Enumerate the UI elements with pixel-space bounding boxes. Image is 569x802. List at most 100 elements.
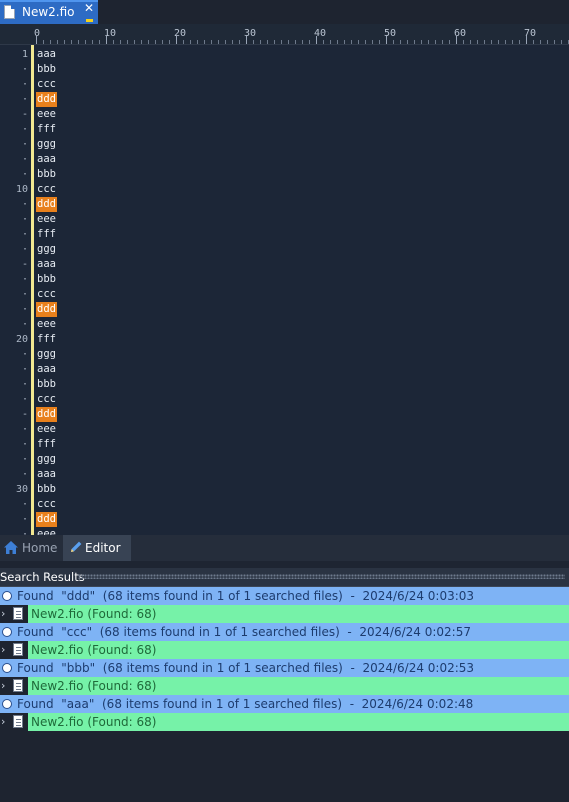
search-result-icon — [2, 663, 12, 673]
search-result-file-text: New2.fio (Found: 68) — [31, 679, 157, 693]
editor-line[interactable]: · ggg — [0, 242, 569, 257]
search-match-text: ddd — [36, 302, 57, 317]
editor-line[interactable]: · eee — [0, 212, 569, 227]
ruler-tick — [274, 40, 275, 44]
line-text: ccc — [37, 183, 56, 195]
search-result-summary[interactable]: Found "bbb" (68 items found in 1 of 1 se… — [0, 659, 569, 677]
ruler-label: 20 — [174, 28, 187, 39]
editor-line[interactable]: · bbb — [0, 377, 569, 392]
document-tab[interactable]: New2.fio ✕ — [0, 0, 98, 24]
chevron-right-icon[interactable]: › — [1, 679, 5, 692]
file-icon — [4, 5, 15, 19]
chevron-right-icon[interactable]: › — [1, 715, 5, 728]
line-number: · — [21, 349, 28, 360]
editor-line[interactable]: 20 fff — [0, 332, 569, 347]
ruler-tick — [183, 40, 184, 44]
editor-line[interactable]: · ccc — [0, 392, 569, 407]
editor-line[interactable]: 10 ccc — [0, 182, 569, 197]
ruler-tick — [260, 40, 261, 44]
search-result-summary[interactable]: Found "aaa" (68 items found in 1 of 1 se… — [0, 695, 569, 713]
editor-line[interactable]: · fff — [0, 437, 569, 452]
ruler-tick — [57, 40, 58, 44]
search-result-summary[interactable]: Found "ccc" (68 items found in 1 of 1 se… — [0, 623, 569, 641]
line-number: · — [21, 529, 28, 535]
ruler-tick — [113, 40, 114, 44]
line-number: · — [21, 169, 28, 180]
editor-line[interactable]: · aaa — [0, 362, 569, 377]
tab-home[interactable]: Home — [0, 535, 62, 561]
ruler-tick — [540, 40, 541, 44]
editor-line[interactable]: - ddd — [0, 407, 569, 422]
editor-line[interactable]: · ggg — [0, 137, 569, 152]
ruler-tick — [71, 40, 72, 44]
tab-editor[interactable]: Editor — [63, 535, 131, 561]
ruler-tick — [554, 40, 555, 44]
editor-line[interactable]: · ddd — [0, 512, 569, 527]
line-text: aaa — [37, 468, 56, 480]
editor-line[interactable]: 1 aaa — [0, 47, 569, 62]
editor-line[interactable]: · ddd — [0, 302, 569, 317]
ruler-tick — [358, 40, 359, 44]
line-number: · — [21, 289, 28, 300]
editor-line[interactable]: · eee — [0, 317, 569, 332]
panel-drag-grip[interactable] — [78, 574, 565, 579]
ruler-tick — [85, 40, 86, 44]
line-number: · — [21, 364, 28, 375]
editor-line[interactable]: · ccc — [0, 497, 569, 512]
editor-line[interactable]: · ddd — [0, 197, 569, 212]
editor-line[interactable]: · ccc — [0, 77, 569, 92]
search-result-summary[interactable]: Found "ddd" (68 items found in 1 of 1 se… — [0, 587, 569, 605]
ruler-label: 70 — [524, 28, 537, 39]
editor-line[interactable]: · ggg — [0, 347, 569, 362]
editor-line[interactable]: · ddd — [0, 92, 569, 107]
ruler-tick — [120, 40, 121, 44]
editor-line[interactable]: · fff — [0, 227, 569, 242]
editor-line[interactable]: · aaa — [0, 152, 569, 167]
editor-line[interactable]: - aaa — [0, 257, 569, 272]
line-number: · — [21, 499, 28, 510]
ruler-tick — [253, 40, 254, 44]
chevron-right-icon[interactable]: › — [1, 643, 5, 656]
document-icon — [13, 715, 23, 728]
ruler-tick — [337, 40, 338, 44]
line-text: eee — [37, 108, 56, 120]
line-text: aaa — [37, 363, 56, 375]
line-text: aaa — [37, 153, 56, 165]
ruler-tick — [155, 40, 156, 44]
line-text: eee — [37, 318, 56, 330]
ruler-tick — [239, 40, 240, 44]
editor-line[interactable]: - eee — [0, 107, 569, 122]
editor-line[interactable]: · bbb — [0, 62, 569, 77]
search-result-file[interactable]: › New2.fio (Found: 68) — [0, 641, 569, 659]
chevron-right-icon[interactable]: › — [1, 607, 5, 620]
line-number: 10 — [15, 184, 28, 195]
tab-editor-label: Editor — [85, 541, 121, 555]
editor-line[interactable]: · fff — [0, 122, 569, 137]
search-result-file[interactable]: › New2.fio (Found: 68) — [0, 605, 569, 623]
ruler-tick — [414, 40, 415, 44]
editor-line[interactable]: · bbb — [0, 272, 569, 287]
search-result-icon — [2, 591, 12, 601]
ruler-tick — [309, 40, 310, 44]
ruler-tick — [435, 40, 436, 44]
ruler-tick — [470, 40, 471, 44]
editor-line[interactable]: · eee — [0, 422, 569, 437]
line-number: · — [21, 514, 28, 525]
search-result-file[interactable]: › New2.fio (Found: 68) — [0, 713, 569, 731]
editor-line[interactable]: · aaa — [0, 467, 569, 482]
ruler-tick — [379, 40, 380, 44]
line-number: · — [21, 229, 28, 240]
editor-line[interactable]: · bbb — [0, 167, 569, 182]
ruler-tick — [393, 40, 394, 44]
line-text: ccc — [37, 288, 56, 300]
editor-line[interactable]: · ccc — [0, 287, 569, 302]
editor-line[interactable]: · eee — [0, 527, 569, 535]
close-icon[interactable]: ✕ — [84, 1, 94, 15]
text-editor[interactable]: 1 aaa · bbb · ccc · ddd - eee · fff · ggg · aaa · bbb 10 cc… — [0, 45, 569, 535]
bottom-tab-bar: Home Editor — [0, 535, 569, 561]
editor-line[interactable]: 30 bbb — [0, 482, 569, 497]
ruler-tick — [330, 40, 331, 44]
search-result-file[interactable]: › New2.fio (Found: 68) — [0, 677, 569, 695]
editor-line[interactable]: · ggg — [0, 452, 569, 467]
line-number: · — [21, 124, 28, 135]
